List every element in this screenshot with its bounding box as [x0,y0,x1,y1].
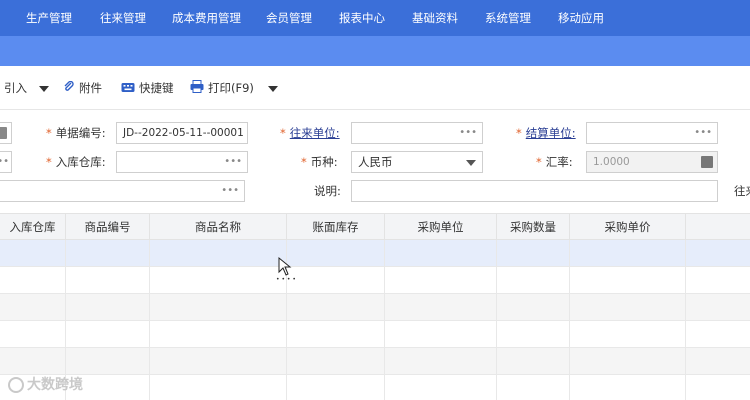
detail-grid: 入库仓库 商品编号 商品名称 账面库存 采购单位 采购数量 采购单价 [0,213,750,400]
required-mark: * [280,126,286,140]
chevron-down-icon [38,85,49,92]
top-navigation: 生产管理 往来管理 成本费用管理 会员管理 报表中心 基础资料 系统管理 移动应… [0,0,750,36]
chevron-down-icon [267,85,278,92]
col-price[interactable]: 采购单价 [570,214,686,240]
shortcut-button[interactable]: 快捷键 [121,79,174,97]
more-icon[interactable]: ••• [694,123,712,143]
doc-no-label-text: 单据编号: [55,126,106,140]
watermark-text: 大数跨境 [27,377,83,393]
table-row[interactable] [0,240,750,267]
partner-label-text: 往来单位: [289,126,340,140]
toolbar: 引入 附件 快捷键 打印(F9) [0,66,750,110]
attachment-button[interactable]: 附件 [63,79,102,97]
required-mark: * [516,126,522,140]
required-mark: * [46,155,52,169]
col-qty[interactable]: 采购数量 [497,214,570,240]
col-item-name[interactable]: 商品名称 [150,214,287,240]
tab-bar [0,36,750,66]
chevron-down-icon [466,160,476,166]
warehouse-label-text: 入库仓库: [55,155,106,169]
rate-value: 1.0000 [593,156,630,168]
date-field[interactable] [0,122,12,144]
calculator-icon[interactable] [701,156,713,168]
watermark-logo-icon [8,377,24,393]
print-button[interactable]: 打印(F9) [190,79,278,97]
shortcut-label: 快捷键 [139,81,174,95]
table-row[interactable] [0,348,750,375]
warehouse-field[interactable]: ••• [116,151,248,173]
nav-members[interactable]: 会员管理 [266,0,312,36]
required-mark: * [301,155,307,169]
printer-icon [190,79,204,98]
table-row[interactable] [0,267,750,294]
nav-reports[interactable]: 报表中心 [339,0,385,36]
table-row[interactable] [0,375,750,400]
warehouse-label: * 入库仓库: [46,151,106,173]
calendar-icon [0,127,7,139]
nav-partners[interactable]: 往来管理 [100,0,146,36]
rate-field[interactable]: 1.0000 [586,151,718,173]
keyboard-icon [121,80,135,98]
col-stock[interactable]: 账面库存 [287,214,385,240]
import-button[interactable]: 引入 [4,79,49,97]
more-icon[interactable]: ••• [221,181,239,201]
import-label: 引入 [4,81,27,95]
table-row[interactable] [0,321,750,348]
partner-field[interactable]: ••• [351,122,483,144]
currency-label: * 币种: [301,151,338,173]
col-unit[interactable]: 采购单位 [385,214,497,240]
watermark: 大数跨境 [8,374,83,394]
col-warehouse[interactable]: 入库仓库 [0,214,66,240]
currency-select[interactable]: 人民币 [351,151,483,173]
required-mark: * [536,155,542,169]
col-item-no[interactable]: 商品编号 [66,214,150,240]
paperclip-icon [63,80,75,98]
grid-header: 入库仓库 商品编号 商品名称 账面库存 采购单位 采购数量 采购单价 [0,213,750,240]
settle-field[interactable]: ••• [586,122,718,144]
rate-label-text: 汇率: [545,155,573,169]
nav-system[interactable]: 系统管理 [485,0,531,36]
partner-label[interactable]: * 往来单位: [280,122,340,144]
settle-label[interactable]: * 结算单位: [516,122,576,144]
svg-text:• • • •: • • • • [276,276,296,282]
currency-value: 人民币 [358,155,393,169]
attachment-label: 附件 [79,81,102,95]
partner-label-cut: 往来 [734,184,750,198]
more-icon[interactable]: ••• [224,152,242,172]
nav-basic-data[interactable]: 基础资料 [412,0,458,36]
more-icon[interactable]: •• [0,152,9,172]
nav-mobile[interactable]: 移动应用 [558,0,604,36]
doc-no-label: * 单据编号: [46,122,106,144]
print-label: 打印(F9) [208,81,254,95]
more-icon[interactable]: ••• [459,123,477,143]
required-mark: * [46,126,52,140]
note-field[interactable] [351,180,718,202]
resize-cursor-icon: • • • • [276,256,298,285]
currency-label-text: 币种: [310,155,338,169]
note-label: 说明: [314,184,341,198]
left-field-3[interactable]: ••• [0,180,245,202]
nav-cost[interactable]: 成本费用管理 [172,0,241,36]
rate-label: * 汇率: [536,151,573,173]
doc-no-field[interactable]: JD--2022-05-11--00001 [116,122,248,144]
left-field-2[interactable]: •• [0,151,12,173]
nav-production[interactable]: 生产管理 [26,0,72,36]
settle-label-text: 结算单位: [525,126,576,140]
table-row[interactable] [0,294,750,321]
